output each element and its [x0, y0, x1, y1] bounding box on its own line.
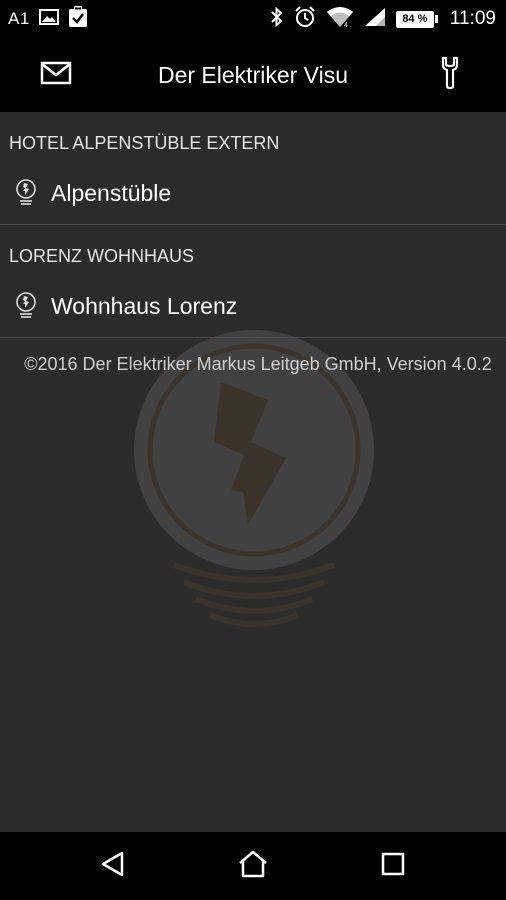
back-button[interactable]: [73, 832, 153, 900]
battery-level-text: 84 %: [402, 12, 428, 25]
section-lorenz-wohnhaus: LORENZ WOHNHAUS Wohnhaus Lorenz: [0, 225, 506, 338]
status-time: 11:09: [449, 8, 496, 29]
wrench-icon: [438, 56, 462, 95]
lightbulb-icon: [14, 291, 38, 321]
copyright-text: ©2016 Der Elektriker Markus Leitgeb GmbH…: [24, 354, 492, 374]
svg-text:4: 4: [344, 22, 348, 28]
recent-apps-icon: [380, 851, 406, 882]
section-header: HOTEL ALPENSTÜBLE EXTERN: [9, 133, 280, 153]
home-button[interactable]: [213, 832, 293, 900]
list-item-wohnhaus-lorenz[interactable]: Wohnhaus Lorenz: [0, 275, 506, 338]
signal-icon: [364, 7, 386, 32]
battery-body: 84 %: [395, 10, 434, 28]
back-icon: [100, 850, 126, 883]
status-right: 4 84 % 11:09: [270, 0, 496, 38]
app-bar: Der Elektriker Visu: [0, 38, 506, 112]
status-left: A1: [8, 0, 88, 38]
bluetooth-icon: [270, 6, 284, 32]
lightbulb-icon: [14, 178, 38, 208]
list-item-label: Wohnhaus Lorenz: [51, 292, 238, 319]
settings-button[interactable]: [434, 56, 466, 94]
wifi-icon: 4: [326, 6, 354, 33]
battery-tip: [434, 15, 438, 23]
home-icon: [237, 850, 269, 883]
recent-apps-button[interactable]: [353, 832, 433, 900]
section-hotel-alpenstuble: HOTEL ALPENSTÜBLE EXTERN Alpenstüble: [0, 112, 506, 225]
battery-icon: 84 %: [395, 10, 438, 28]
content-area: HOTEL ALPENSTÜBLE EXTERN Alpenstüble LOR…: [0, 112, 506, 832]
alarm-icon: [294, 5, 316, 33]
section-header: LORENZ WOHNHAUS: [9, 246, 195, 266]
clipboard-check-icon: [68, 5, 88, 33]
carrier-label: A1: [8, 9, 30, 28]
image-icon: [38, 8, 59, 31]
app-title: Der Elektriker Visu: [157, 62, 349, 88]
list-item-label: Alpenstüble: [51, 179, 172, 206]
navigation-bar: [0, 832, 506, 900]
list-item-alpenstuble[interactable]: Alpenstüble: [0, 162, 506, 225]
status-bar: A1 4 84 % 11:09: [0, 0, 506, 38]
